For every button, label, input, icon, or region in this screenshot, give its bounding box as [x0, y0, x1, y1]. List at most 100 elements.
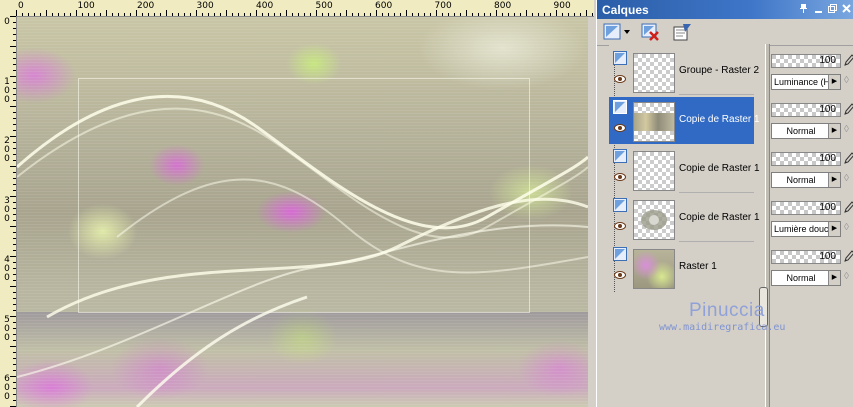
ruler-tick: [514, 13, 515, 16]
ruler-tick: [166, 10, 167, 16]
ruler-tick: [13, 298, 16, 299]
ruler-tick: [556, 10, 557, 16]
ruler-tick: [208, 13, 209, 16]
restore-icon[interactable]: [826, 3, 839, 16]
chevron-down-icon: ▶: [828, 173, 840, 187]
ruler-tick: [370, 13, 371, 16]
layer-mode-icon: [613, 100, 627, 114]
ruler-tick: [340, 13, 341, 16]
ruler-tick: [13, 352, 16, 353]
pen-icon[interactable]: [843, 102, 853, 116]
ruler-label: 0: [4, 17, 10, 27]
ruler-tick: [196, 10, 197, 16]
ruler-tick: [52, 13, 53, 16]
ruler-tick: [100, 13, 101, 16]
layer-row-copie-de-raster-1[interactable]: Copie de Raster 1: [609, 146, 760, 193]
ruler-tick: [154, 13, 155, 16]
eye-icon[interactable]: [614, 172, 626, 181]
layer-properties-button[interactable]: [671, 22, 693, 42]
ruler-tick: [406, 10, 407, 16]
ruler-tick: [10, 226, 16, 227]
pen-icon[interactable]: [843, 200, 853, 214]
image-canvas-area[interactable]: 0 100 200 300 400 500 600 700 800 900 01 0 02 0 0…: [0, 0, 594, 407]
ruler-tick: [274, 13, 275, 16]
opacity-slider[interactable]: 100: [771, 103, 841, 117]
ruler-tick: [238, 13, 239, 16]
eye-icon[interactable]: [614, 123, 626, 132]
ruler-tick: [586, 10, 587, 16]
ruler-tick: [256, 10, 257, 16]
watermark-url: www.maidiregrafica.eu: [659, 322, 786, 333]
eye-icon[interactable]: [614, 74, 626, 83]
ruler-tick: [94, 13, 95, 16]
palette-title-bar[interactable]: Calques: [597, 0, 853, 19]
ruler-tick: [13, 154, 16, 155]
layer-row-raster-1[interactable]: Raster 1: [609, 244, 754, 291]
lock-icon[interactable]: ◊: [844, 124, 853, 138]
chevron-down-icon: ▶: [828, 75, 840, 89]
lock-icon[interactable]: ◊: [844, 75, 853, 89]
opacity-slider[interactable]: 100: [771, 54, 841, 68]
ruler-tick: [322, 13, 323, 16]
ruler-tick: [13, 262, 16, 263]
pen-icon[interactable]: [843, 249, 853, 263]
ruler-tick: [13, 112, 16, 113]
ruler-tick: [13, 40, 16, 41]
blend-mode-select[interactable]: Lumière douce ▶: [771, 221, 841, 237]
ruler-tick: [358, 13, 359, 16]
ruler-corner: [0, 0, 17, 17]
ruler-tick: [13, 220, 16, 221]
ruler-tick: [13, 160, 16, 161]
ruler-tick: [13, 238, 16, 239]
panel-splitter[interactable]: [765, 44, 770, 407]
blend-mode-select[interactable]: Normal ▶: [771, 172, 841, 188]
ruler-tick: [118, 13, 119, 16]
layer-row-groupe-raster-2[interactable]: Groupe - Raster 2: [609, 48, 759, 95]
ruler-label: 6 0 0: [4, 374, 10, 402]
pen-icon[interactable]: [843, 53, 853, 67]
lock-icon[interactable]: ◊: [844, 222, 853, 236]
eye-icon[interactable]: [614, 270, 626, 279]
ruler-tick: [13, 394, 16, 395]
ruler-tick: [46, 10, 47, 16]
ruler-label: 100: [77, 1, 95, 11]
ruler-tick: [112, 13, 113, 16]
layer-thumbnail: [633, 151, 675, 191]
blend-mode-select[interactable]: Luminance (H) ▶: [771, 74, 841, 90]
opacity-slider[interactable]: 100: [771, 152, 841, 166]
blend-mode-select[interactable]: Normal ▶: [771, 270, 841, 286]
ruler-tick: [13, 172, 16, 173]
ruler-tick: [244, 13, 245, 16]
opacity-slider[interactable]: 100: [771, 201, 841, 215]
pen-icon[interactable]: [843, 151, 853, 165]
ruler-tick: [10, 256, 16, 257]
ruler-tick: [88, 13, 89, 16]
lock-icon[interactable]: ◊: [844, 271, 853, 285]
layer-props-2: 100 Normal ▶ ◊: [771, 149, 853, 196]
blend-mode-select[interactable]: Normal ▶: [771, 123, 841, 139]
layer-mode-icon: [613, 149, 627, 163]
ruler-label: 4 0 0: [4, 255, 10, 283]
layer-name: Copie de Raster 1: [679, 163, 760, 174]
ruler-tick: [214, 13, 215, 16]
pin-icon[interactable]: [797, 3, 810, 16]
new-layer-dropdown-button[interactable]: [603, 22, 631, 42]
ruler-tick: [13, 388, 16, 389]
ruler-tick: [13, 358, 16, 359]
ruler-tick: [580, 13, 581, 16]
delete-layer-button[interactable]: [641, 22, 661, 42]
opacity-slider[interactable]: 100: [771, 250, 841, 264]
close-icon[interactable]: [840, 3, 853, 16]
layer-row-copie-de-raster-1-selected[interactable]: Copie de Raster 1: [609, 97, 760, 144]
ruler-tick: [13, 70, 16, 71]
lock-icon[interactable]: ◊: [844, 173, 853, 187]
layer-row-copie-de-raster-1-eye[interactable]: Copie de Raster 1: [609, 195, 760, 242]
layer-props-0: 100 Luminance (H) ▶ ◊: [771, 51, 853, 98]
canvas-wave-curves: [17, 94, 588, 407]
minimize-icon[interactable]: [812, 3, 825, 16]
image-canvas[interactable]: [17, 17, 588, 407]
ruler-tick: [478, 13, 479, 16]
ruler-label: 300: [196, 1, 214, 11]
eye-icon[interactable]: [614, 221, 626, 230]
ruler-tick: [13, 364, 16, 365]
